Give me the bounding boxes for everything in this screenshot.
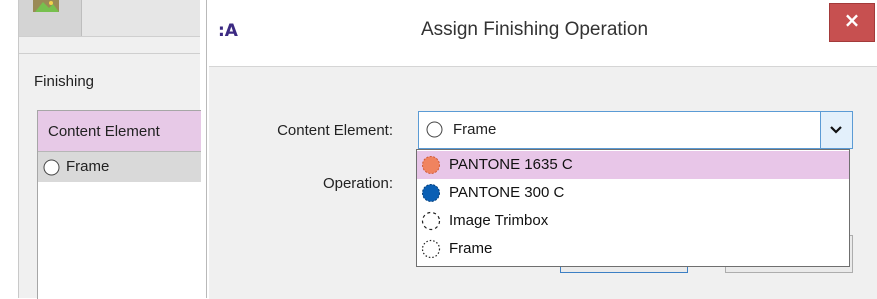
dropdown-option-frame[interactable]: Frame (417, 235, 849, 263)
background-panel: Finishing Content Element Frame (18, 0, 201, 299)
background-separator (19, 53, 200, 54)
content-element-list: Content Element Frame (37, 110, 201, 299)
list-item[interactable]: Frame (38, 152, 201, 182)
dialog-titlebar[interactable]: :A Assign Finishing Operation × (207, 0, 877, 62)
content-element-label: Content Element: (277, 122, 393, 139)
dropdown-option-image-trimbox[interactable]: Image Trimbox (417, 207, 849, 235)
list-column-header-label: Content Element (48, 123, 160, 140)
radio-icon (43, 159, 60, 176)
pantone-swatch-icon (422, 156, 440, 174)
chevron-down-icon (830, 126, 842, 134)
finishing-panel-title: Finishing (34, 73, 95, 90)
combobox-dropdown-button[interactable] (820, 112, 852, 148)
dropdown-option-pantone-300[interactable]: PANTONE 300 C (417, 179, 849, 207)
dropdown-option-pantone-1635[interactable]: PANTONE 1635 C (417, 151, 849, 179)
list-item-label: Frame (66, 158, 110, 175)
dashed-circle-icon (421, 211, 441, 231)
close-icon: × (843, 8, 861, 32)
image-tool-button[interactable] (19, 0, 82, 36)
dropdown-option-label: PANTONE 300 C (449, 184, 565, 201)
operation-label: Operation: (322, 175, 393, 192)
content-element-dropdown-list: PANTONE 1635 C PANTONE 300 C Image Trimb… (416, 149, 850, 267)
close-button[interactable]: × (829, 3, 875, 42)
radio-icon (426, 121, 443, 138)
dropdown-option-label: PANTONE 1635 C (449, 156, 573, 173)
background-toolbar (19, 0, 200, 37)
list-column-header[interactable]: Content Element (38, 111, 201, 152)
dropdown-option-label: Frame (449, 240, 493, 257)
dialog-title: Assign Finishing Operation (420, 19, 649, 40)
dropdown-option-label: Image Trimbox (449, 212, 549, 229)
content-element-combobox[interactable]: Frame (418, 111, 853, 149)
pantone-swatch-icon (422, 184, 440, 202)
content-element-value: Frame (453, 121, 497, 138)
dashed-circle-icon (421, 239, 441, 259)
image-icon (33, 0, 59, 12)
